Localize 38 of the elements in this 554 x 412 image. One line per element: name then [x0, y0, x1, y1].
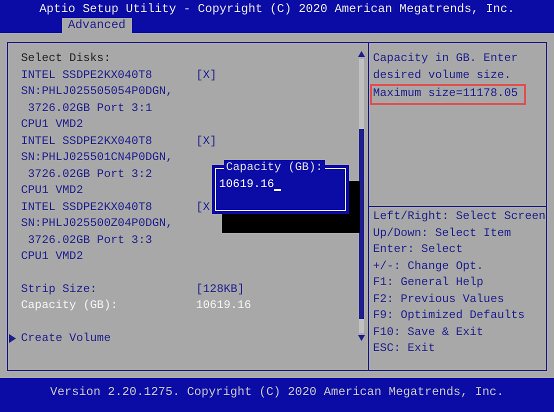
disk-detail: SN:PHLJ025501CN4P0DGN, [21, 150, 173, 166]
disk-detail: CPU1 VMD2 [21, 117, 84, 133]
disk-checkbox[interactable]: [X] [196, 68, 217, 84]
setting-value[interactable]: [128KB] [196, 282, 244, 298]
key-hint: +/-: Change Opt. [373, 258, 484, 274]
disk-detail: CPU1 VMD2 [21, 249, 84, 265]
key-hint: Left/Right: Select Screen [373, 209, 546, 225]
disk-detail: SN:PHLJ025500Z04P0DGN, [21, 216, 173, 232]
help-text: Capacity in GB. Enter [373, 51, 518, 67]
version-footer: Version 2.20.1275. Copyright (C) 2020 American Megatrends, Inc. [50, 384, 504, 400]
disk-name[interactable]: INTEL SSDPE2KX040T8 [21, 68, 196, 84]
disk-name[interactable]: INTEL SSDPE2KX040T8 [21, 134, 196, 150]
maximum-size-text: Maximum size=11178.05 [370, 84, 526, 104]
disk-detail: SN:PHLJ025505054P0DGN, [21, 84, 173, 100]
key-hint: Enter: Select [373, 242, 463, 258]
text-cursor [274, 188, 282, 190]
tab[interactable]: Advanced [62, 18, 132, 33]
key-hint: F10: Save & Exit [373, 324, 484, 340]
disk-detail: 3726.02GB Port 3:3 [26, 232, 152, 248]
disk-detail: 3726.02GB Port 3:1 [26, 100, 152, 116]
key-hint: F9: Optimized Defaults [373, 308, 525, 324]
disk-detail: CPU1 VMD2 [21, 183, 84, 199]
key-hint: ESC: Exit [373, 341, 436, 357]
disk-name[interactable]: INTEL SSDPE2KX040T8 [21, 200, 196, 216]
capacity-input[interactable]: 10619.16 [219, 177, 274, 194]
key-hint: F1: General Help [373, 275, 484, 291]
setting-label[interactable]: Strip Size: [21, 282, 196, 298]
help-text: desired volume size. [373, 68, 512, 84]
disk-detail: 3726.02GB Port 3:2 [26, 166, 152, 182]
scroll-up-icon [358, 51, 365, 57]
section-heading: Select Disks: [21, 51, 111, 67]
menu-item[interactable]: Create Volume [21, 330, 111, 347]
disk-checkbox[interactable]: [X] [196, 134, 217, 150]
scroll-down-icon [358, 335, 365, 341]
key-hint: Up/Down: Select Item [373, 226, 512, 242]
window-title: Aptio Setup Utility - Copyright (C) 2020 American Megatrends, Inc. [38, 1, 516, 18]
scrollbar[interactable] [358, 51, 365, 341]
key-hint: F2: Previous Values [373, 292, 504, 308]
